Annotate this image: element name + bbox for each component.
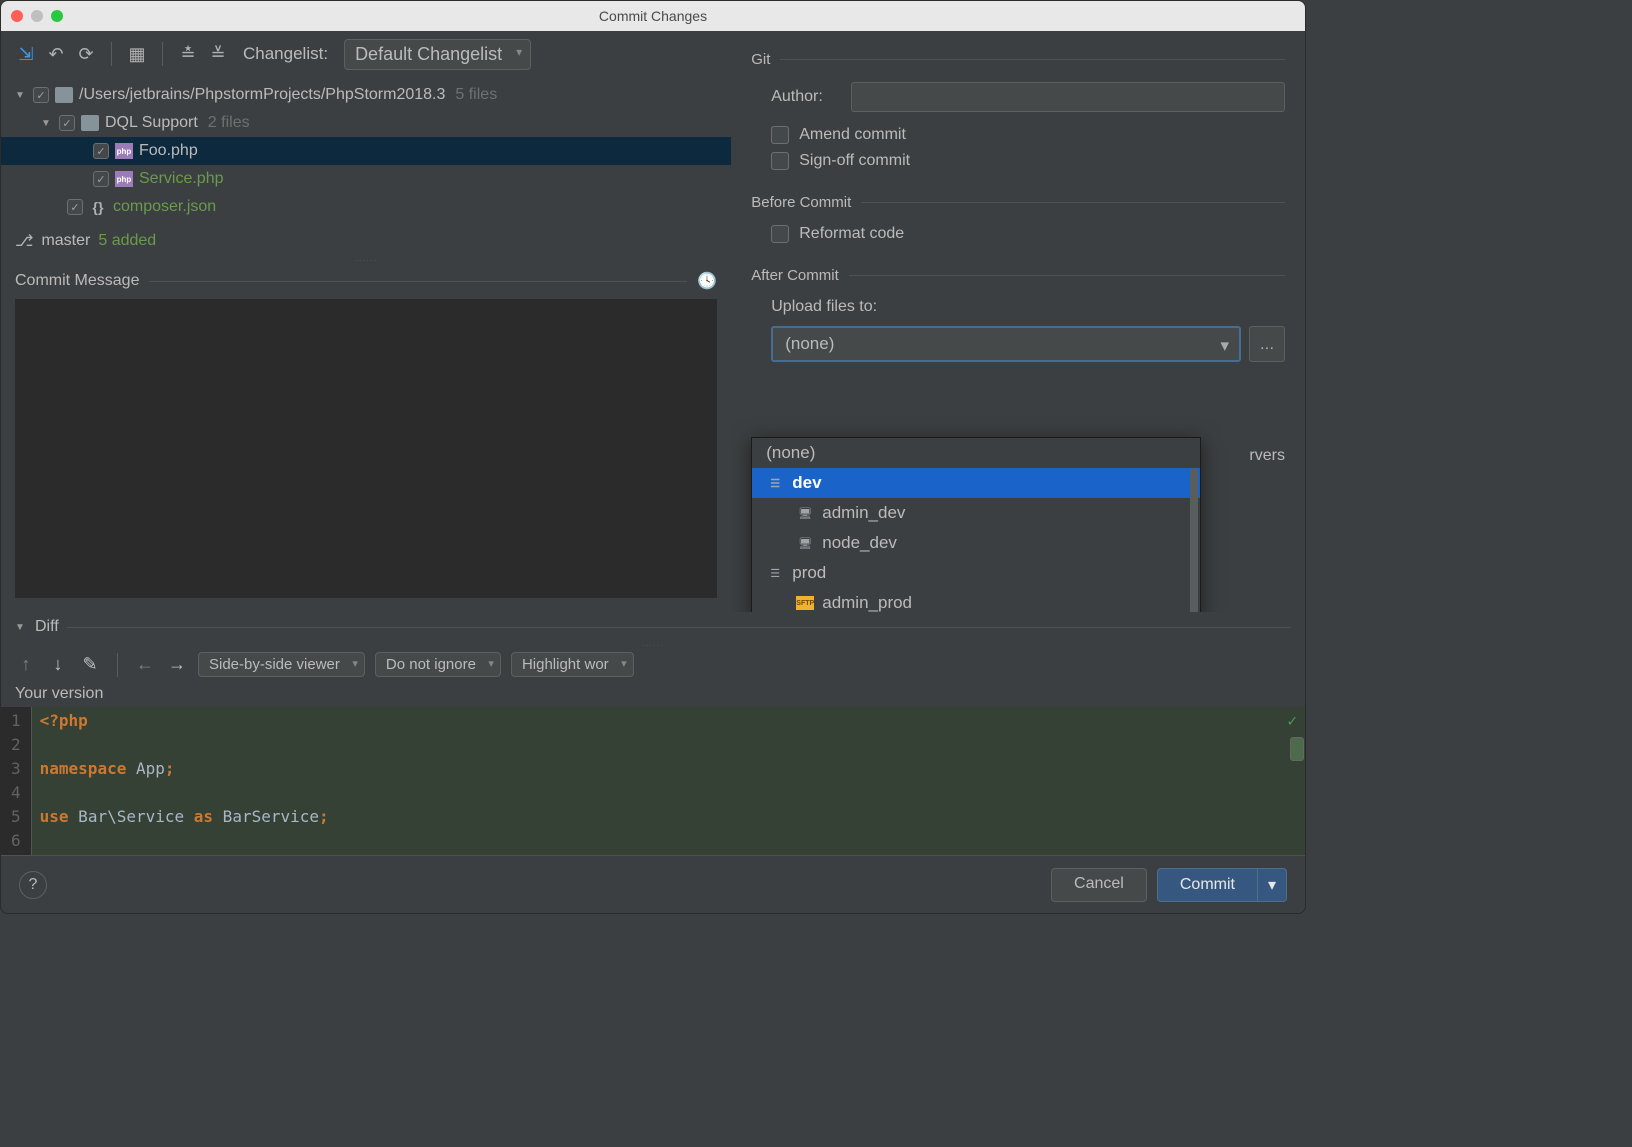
dd-option-prod[interactable]: ☰ prod — [752, 558, 1200, 588]
commit-button[interactable]: Commit ▾ — [1157, 868, 1287, 902]
tree-file-composer[interactable]: {} composer.json — [1, 193, 731, 221]
minimap[interactable] — [1290, 737, 1304, 761]
git-header: Git — [751, 51, 770, 68]
checkmark-icon: ✓ — [1287, 711, 1297, 730]
expand-all-icon[interactable]: ≛ — [177, 43, 199, 65]
author-input[interactable] — [851, 82, 1285, 112]
upload-dropdown[interactable]: (none) — [771, 326, 1241, 362]
diff-editor[interactable]: 1 2 3 4 5 6 <?php namespace App; use Bar… — [1, 707, 1305, 855]
after-commit-header: After Commit — [751, 267, 839, 284]
server-group-icon: ☰ — [766, 566, 784, 580]
branch-icon: ⎇ — [15, 231, 33, 251]
amend-label: Amend commit — [799, 126, 906, 144]
highlight-dropdown[interactable]: Highlight wor — [511, 652, 634, 677]
upload-dropdown-popup: (none) ☰ dev 🖥 admin_dev 🖥 node_dev — [751, 437, 1201, 612]
more-button[interactable]: … — [1249, 326, 1285, 362]
commit-caret[interactable]: ▾ — [1257, 869, 1286, 901]
dd-option-dev[interactable]: ☰ dev — [752, 468, 1200, 498]
json-icon: {} — [89, 199, 107, 215]
diff-label: Diff — [35, 618, 59, 636]
server-group-icon: ☰ — [766, 476, 784, 490]
refresh-icon[interactable]: ⟳ — [75, 43, 97, 65]
viewer-dropdown[interactable]: Side-by-side viewer — [198, 652, 365, 677]
prev-diff-icon[interactable]: ↑ — [15, 654, 37, 675]
history-icon[interactable]: 🕓 — [697, 271, 717, 291]
tree-file-service[interactable]: php Service.php — [1, 165, 731, 193]
changes-toolbar: ⇲ ↶ ⟳ ▦ ≛ ≚ Changelist: Default Changeli… — [1, 31, 731, 77]
folder-icon — [81, 115, 99, 131]
file-tree: ▼ /Users/jetbrains/PhpstormProjects/PhpS… — [1, 77, 731, 225]
undo-icon[interactable]: ↶ — [45, 43, 67, 65]
cancel-button[interactable]: Cancel — [1051, 868, 1147, 902]
code-area[interactable]: <?php namespace App; use Bar\Service as … — [32, 707, 1305, 855]
amend-checkbox[interactable] — [771, 126, 789, 144]
next-file-icon[interactable]: → — [166, 654, 188, 675]
group-icon[interactable]: ▦ — [126, 43, 148, 65]
upload-label: Upload files to: — [771, 298, 1285, 316]
changelist-dropdown[interactable]: Default Changelist — [344, 39, 531, 70]
edit-icon[interactable]: ✎ — [79, 654, 101, 675]
next-diff-icon[interactable]: ↓ — [47, 654, 69, 675]
signoff-label: Sign-off commit — [799, 152, 910, 170]
folder-icon — [55, 87, 73, 103]
prev-file-icon[interactable]: ← — [134, 654, 156, 675]
collapse-all-icon[interactable]: ≚ — [207, 43, 229, 65]
commit-message-label: Commit Message — [15, 272, 139, 290]
collapse-icon[interactable]: ⇲ — [15, 43, 37, 65]
tree-file-foo[interactable]: php Foo.php — [1, 137, 731, 165]
server-icon: 🖥 — [796, 536, 814, 550]
author-label: Author: — [771, 88, 841, 106]
line-gutter: 1 2 3 4 5 6 — [1, 707, 32, 855]
ignore-dropdown[interactable]: Do not ignore — [375, 652, 501, 677]
dd-option-admin-prod[interactable]: SFTP admin_prod — [752, 588, 1200, 612]
php-icon: php — [115, 171, 133, 187]
dd-option-admin-dev[interactable]: 🖥 admin_dev — [752, 498, 1200, 528]
server-icon: 🖥 — [796, 506, 814, 520]
checkbox[interactable] — [33, 87, 49, 103]
checkbox[interactable] — [67, 199, 83, 215]
tree-folder[interactable]: ▼ DQL Support 2 files — [1, 109, 731, 137]
dropdown-scrollbar[interactable] — [1190, 468, 1198, 612]
commit-message-textarea[interactable] — [15, 299, 717, 598]
php-icon: php — [115, 143, 133, 159]
reformat-label: Reformat code — [799, 225, 904, 243]
branch-status: ⎇ master 5 added — [1, 225, 731, 257]
dd-option-none[interactable]: (none) — [752, 438, 1200, 468]
signoff-checkbox[interactable] — [771, 152, 789, 170]
reformat-checkbox[interactable] — [771, 225, 789, 243]
window-title: Commit Changes — [1, 8, 1305, 24]
tree-root[interactable]: ▼ /Users/jetbrains/PhpstormProjects/PhpS… — [1, 81, 731, 109]
checkbox[interactable] — [93, 171, 109, 187]
titlebar: Commit Changes — [1, 1, 1305, 31]
changelist-label: Changelist: — [243, 44, 328, 64]
checkbox[interactable] — [59, 115, 75, 131]
dd-option-node-dev[interactable]: 🖥 node_dev — [752, 528, 1200, 558]
your-version-label: Your version — [1, 681, 1305, 707]
help-button[interactable]: ? — [19, 871, 47, 899]
before-commit-header: Before Commit — [751, 194, 851, 211]
sftp-icon: SFTP — [796, 596, 814, 610]
checkbox[interactable] — [93, 143, 109, 159]
